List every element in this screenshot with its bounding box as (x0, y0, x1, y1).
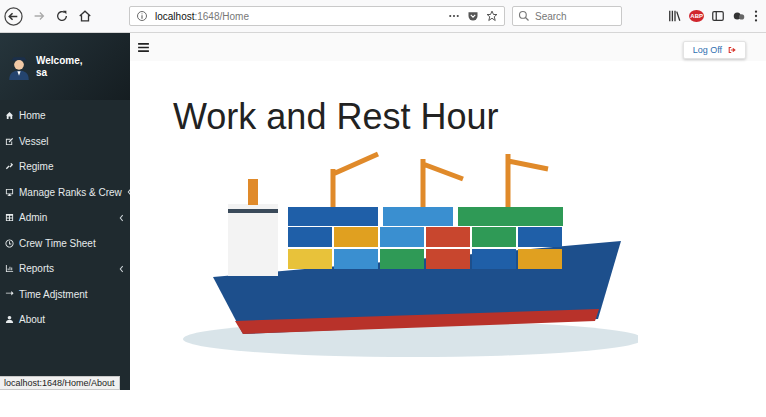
container-shape (288, 249, 332, 269)
container-shape (472, 227, 516, 247)
container-shape (518, 227, 562, 247)
menu-item-icon (5, 239, 14, 248)
status-bar-url: localhost:1648/Home/About (0, 376, 120, 390)
crane-shape (333, 154, 378, 207)
sidebar-item-label: Regime (19, 161, 124, 172)
address-bar[interactable]: localhost:1648/Home (129, 6, 505, 26)
forward-arrow-icon[interactable] (32, 9, 46, 23)
search-placeholder: Search (535, 11, 567, 22)
star-icon[interactable] (486, 10, 498, 22)
info-icon[interactable] (136, 10, 148, 22)
sidebar-item-label: Reports (19, 263, 114, 274)
sidebar-item-label: Home (19, 110, 124, 121)
app-shell: Welcome,sa Home Vessel Regime Manage Ranks &… (0, 33, 766, 390)
menu-item-icon (5, 162, 14, 171)
menu-item-icon (5, 315, 14, 324)
sidebar-item[interactable]: Vessel (0, 129, 130, 155)
home-icon[interactable] (78, 9, 92, 23)
main-content: Log Off Work and Rest Hour (130, 33, 766, 390)
chevron-left-icon (119, 265, 124, 273)
menu-item-icon (5, 137, 14, 146)
sidebar-item[interactable]: Crew Time Sheet (0, 231, 130, 257)
sidebar: Welcome,sa Home Vessel Regime Manage Ranks &… (0, 33, 130, 390)
container-shape (380, 227, 424, 247)
sidebar-item-label: Admin (19, 212, 114, 223)
user-panel: Welcome,sa (0, 33, 130, 100)
user-avatar-icon (8, 54, 30, 80)
sign-out-icon (728, 46, 736, 54)
log-off-label: Log Off (693, 45, 722, 55)
menu-item-icon (5, 213, 14, 222)
container-shape (426, 227, 470, 247)
menu-item-icon (5, 264, 14, 273)
sidebar-menu: Home Vessel Regime Manage Ranks & Crew Admin… (0, 100, 130, 333)
container-shape (472, 249, 516, 269)
library-icon[interactable] (668, 9, 682, 23)
sidebar-toggle-icon[interactable] (711, 9, 725, 23)
welcome-text: Welcome, (36, 55, 83, 67)
menu-icon[interactable] (753, 9, 759, 23)
more-dots-icon[interactable] (448, 10, 460, 22)
sidebar-item-label: Manage Ranks & Crew (19, 187, 122, 198)
log-off-button[interactable]: Log Off (683, 41, 746, 59)
container-shape (288, 227, 332, 247)
page-title: Work and Rest Hour (173, 95, 766, 139)
container-shape (426, 249, 470, 269)
bridge-shape (228, 204, 278, 276)
sidebar-item-label: Crew Time Sheet (19, 238, 124, 249)
adblock-badge[interactable]: ABP (689, 10, 704, 22)
chevron-left-icon (119, 214, 124, 222)
reload-icon[interactable] (55, 9, 69, 23)
menu-item-icon (5, 290, 14, 299)
menu-item-icon (5, 188, 14, 197)
browser-window: localhost:1648/HomeSearchABPWelcome,saHo… (0, 0, 766, 417)
username: sa (36, 67, 83, 79)
hamburger-menu-icon[interactable] (138, 43, 149, 52)
top-bar: Log Off (130, 33, 766, 61)
search-field[interactable]: Search (512, 6, 622, 26)
sidebar-item-label: Time Adjstment (19, 289, 124, 300)
sidebar-item[interactable]: Reports (0, 256, 130, 282)
sidebar-item[interactable]: About (0, 307, 130, 333)
menu-item-icon (5, 111, 14, 120)
container-shape (334, 249, 378, 269)
container-shape (518, 249, 562, 269)
browser-toolbar: localhost:1648/Home Search ABP (0, 0, 766, 33)
back-arrow-icon[interactable] (4, 7, 23, 26)
sidebar-item[interactable]: Manage Ranks & Crew (0, 180, 130, 206)
pocket-icon[interactable] (467, 10, 479, 22)
url-text: localhost:1648/Home (155, 11, 441, 22)
hero: Work and Rest Hour (130, 61, 766, 364)
search-icon (518, 10, 530, 22)
extension-icon[interactable] (732, 9, 746, 23)
sidebar-item[interactable]: Regime (0, 154, 130, 180)
sidebar-item-label: About (19, 314, 124, 325)
sidebar-item[interactable]: Home (0, 103, 130, 129)
hull-stripe-shape (235, 309, 599, 334)
sidebar-item[interactable]: Admin (0, 205, 130, 231)
sidebar-item-label: Vessel (19, 136, 124, 147)
container-shape (380, 249, 424, 269)
container-shape (334, 227, 378, 247)
container-ship-picture (173, 149, 638, 364)
sidebar-item[interactable]: Time Adjstment (0, 282, 130, 308)
